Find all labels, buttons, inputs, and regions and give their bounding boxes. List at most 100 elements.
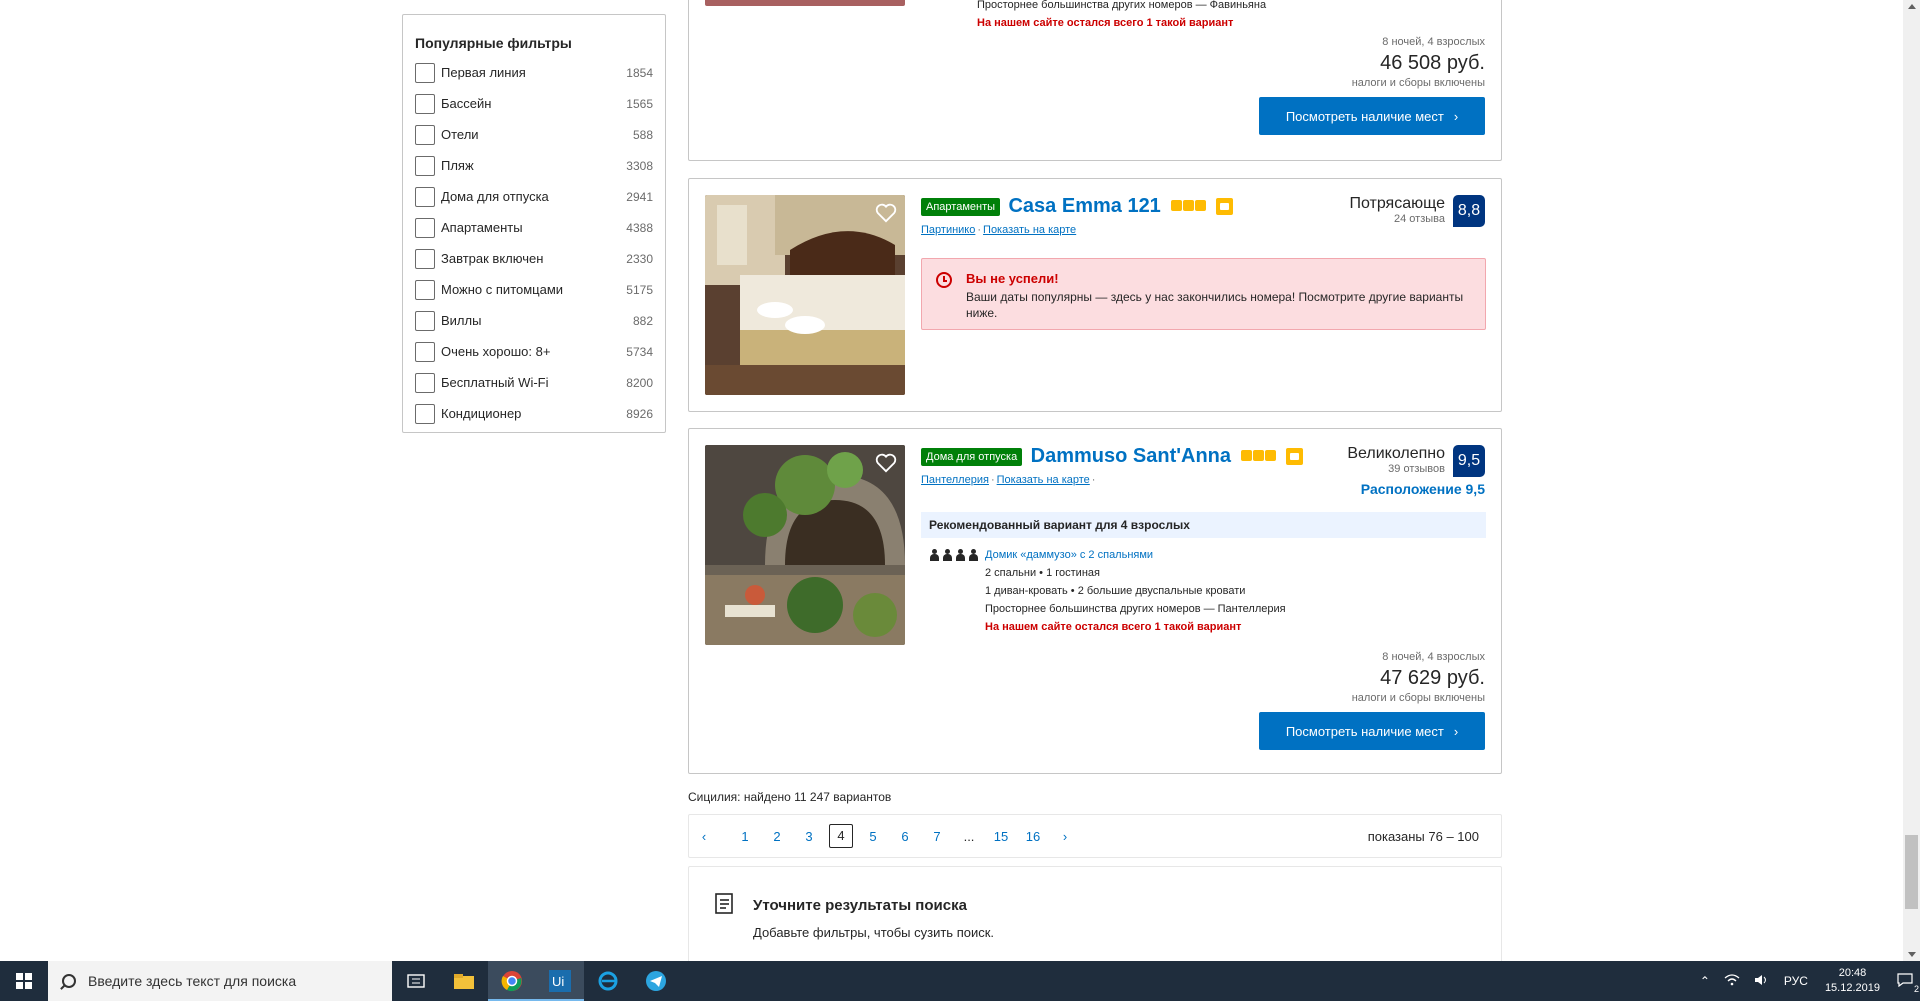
windows-start-icon[interactable] — [0, 961, 48, 1001]
popular-filters-panel: Популярные фильтры Первая линия 1854 Бассе… — [402, 14, 666, 433]
notification-count: 2 — [1913, 983, 1919, 994]
show-on-map-link[interactable]: Показать на карте — [997, 474, 1090, 486]
filter-option[interactable]: Виллы 882 — [415, 305, 653, 336]
filter-checkbox[interactable] — [415, 62, 435, 83]
language-indicator[interactable]: РУС — [1784, 974, 1808, 988]
page-link[interactable]: 7 — [921, 829, 953, 844]
filter-checkbox[interactable] — [415, 279, 435, 300]
show-on-map-link[interactable]: Показать на карте — [983, 224, 1076, 236]
price-meta: 8 ночей, 4 взрослых — [1382, 36, 1485, 48]
filter-option[interactable]: Дома для отпуска 2941 — [415, 181, 653, 212]
filter-checkbox[interactable] — [415, 155, 435, 176]
prev-page-icon[interactable]: ‹ — [689, 829, 719, 844]
filter-option[interactable]: Первая линия 1854 — [415, 57, 653, 88]
filter-option[interactable]: Апартаменты 4388 — [415, 212, 653, 243]
filter-option[interactable]: Очень хорошо: 8+ 5734 — [415, 336, 653, 367]
filter-checkbox[interactable] — [415, 248, 435, 269]
location-link[interactable]: Партинико — [921, 224, 975, 236]
property-name-link[interactable]: Casa Emma 121 — [1008, 195, 1160, 217]
filter-list-icon — [715, 893, 733, 914]
review-score[interactable]: Великолепно 39 отзывов 9,5 Расположение … — [1347, 445, 1485, 497]
telegram-icon[interactable] — [632, 961, 680, 1001]
see-availability-button[interactable]: Посмотреть наличие мест › — [1259, 97, 1485, 135]
page-link[interactable]: 5 — [857, 829, 889, 844]
wifi-icon[interactable] — [1724, 973, 1740, 989]
vertical-scrollbar[interactable] — [1903, 0, 1920, 961]
review-score[interactable]: Потрясающе 24 отзыва 8,8 — [1349, 195, 1485, 227]
refine-subtitle: Добавьте фильтры, чтобы сузить поиск. — [753, 925, 995, 940]
page-link[interactable]: 4 — [829, 824, 853, 848]
filter-checkbox[interactable] — [415, 403, 435, 424]
search-icon — [62, 974, 76, 988]
shown-range: показаны 76 – 100 — [1367, 828, 1479, 844]
page-link[interactable]: 15 — [985, 829, 1017, 844]
filter-label: Очень хорошо: 8+ — [441, 344, 551, 359]
filter-count: 588 — [632, 127, 653, 142]
filter-checkbox[interactable] — [415, 124, 435, 145]
filter-option[interactable]: Бесплатный Wi-Fi 8200 — [415, 367, 653, 398]
system-tray: ⌃ РУС 20:48 15.12.2019 2 — [1693, 961, 1920, 1001]
room-detail-line: 2 спальни • 1 гостиная — [985, 567, 1100, 579]
file-explorer-icon[interactable] — [440, 961, 488, 1001]
alert-body: Ваши даты популярны — здесь у нас законч… — [966, 290, 1464, 320]
filter-label: Виллы — [441, 313, 482, 328]
see-availability-button[interactable]: Посмотреть наличие мест › — [1259, 712, 1485, 750]
scroll-up-icon[interactable] — [1908, 4, 1916, 9]
filter-checkbox[interactable] — [415, 217, 435, 238]
filter-checkbox[interactable] — [415, 341, 435, 362]
chrome-icon[interactable] — [488, 961, 536, 1001]
property-photo[interactable] — [705, 0, 905, 6]
button-label: Посмотреть наличие мест — [1285, 108, 1444, 124]
star-rating — [1171, 198, 1207, 216]
pagination: ‹ 1 2 3 4 5 6 7... 15 16 › показаны 76 – 100 — [688, 814, 1502, 858]
page-link[interactable]: 1 — [729, 829, 761, 844]
price-block: 8 ночей, 4 взрослых 47 629 руб. налоги и… — [1259, 651, 1485, 750]
filter-option[interactable]: Пляж 3308 — [415, 150, 653, 181]
room-name-link[interactable]: Домик «даммузо» с 2 спальнями — [985, 546, 1286, 564]
volume-icon[interactable] — [1754, 974, 1770, 989]
refine-search-panel: Уточните результаты поиска Добавьте филь… — [688, 866, 1502, 961]
chevron-up-icon[interactable]: ⌃ — [1700, 974, 1710, 988]
uipath-icon[interactable]: Ui — [536, 961, 584, 1001]
property-type-badge: Апартаменты — [921, 197, 1001, 216]
filter-option[interactable]: Бассейн 1565 — [415, 88, 653, 119]
taskbar-search-input[interactable]: Введите здесь текст для поиска — [48, 961, 392, 1001]
filter-count: 8926 — [626, 406, 653, 421]
filter-checkbox[interactable] — [415, 372, 435, 393]
next-page-icon[interactable]: › — [1049, 829, 1081, 844]
filter-option[interactable]: Завтрак включен 2330 — [415, 243, 653, 274]
thumbs-up-icon — [1215, 198, 1233, 215]
filter-checkbox[interactable] — [415, 93, 435, 114]
property-photo[interactable] — [705, 445, 905, 645]
clock[interactable]: 20:48 15.12.2019 — [1825, 966, 1880, 996]
heart-icon[interactable] — [875, 203, 897, 223]
filter-option[interactable]: Отели 588 — [415, 119, 653, 150]
heart-icon[interactable] — [875, 453, 897, 473]
star-icon — [1253, 449, 1265, 461]
filter-option[interactable]: Кондиционер 8926 — [415, 398, 653, 429]
scrollbar-thumb[interactable] — [1905, 835, 1918, 909]
filter-checkbox[interactable] — [415, 186, 435, 207]
star-icon — [1183, 199, 1195, 211]
location-link[interactable]: Пантеллерия — [921, 474, 989, 486]
price: 47 629 руб. — [1380, 667, 1485, 689]
property-photo[interactable] — [705, 195, 905, 395]
person-icon — [955, 549, 966, 561]
recommended-option-header: Рекомендованный вариант для 4 взрослых — [921, 512, 1486, 538]
page-link[interactable]: 6 — [889, 829, 921, 844]
clock-icon — [936, 272, 952, 288]
review-count: 39 отзывов — [1388, 463, 1445, 475]
alert-title: Вы не успели! — [966, 271, 1059, 286]
page-link[interactable]: 2 — [761, 829, 793, 844]
filter-checkbox[interactable] — [415, 310, 435, 331]
page-link[interactable]: 3 — [793, 829, 825, 844]
filter-label: Бассейн — [441, 96, 492, 111]
notification-icon[interactable]: 2 — [1897, 972, 1919, 994]
page-link[interactable]: 16 — [1017, 829, 1049, 844]
task-view-icon[interactable] — [392, 961, 440, 1001]
filter-option[interactable]: Можно с питомцами 5175 — [415, 274, 653, 305]
person-icon — [929, 549, 940, 561]
internet-explorer-icon[interactable] — [584, 961, 632, 1001]
property-name-link[interactable]: Dammuso Sant'Anna — [1031, 445, 1231, 467]
scroll-down-icon[interactable] — [1908, 952, 1916, 957]
